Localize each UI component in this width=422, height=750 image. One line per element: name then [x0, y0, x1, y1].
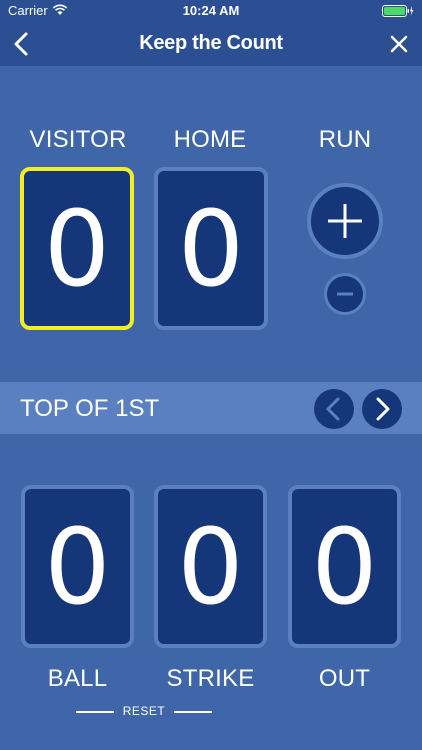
ball-count-card[interactable]: 0 — [21, 485, 134, 648]
strike-label: STRIKE — [166, 665, 255, 692]
home-label: HOME — [173, 126, 247, 153]
ball-count-value: 0 — [44, 505, 111, 628]
next-inning-button[interactable] — [362, 389, 402, 429]
strike-count-card[interactable]: 0 — [154, 485, 267, 648]
ball-label: BALL — [47, 665, 108, 692]
out-count-value: 0 — [311, 505, 378, 628]
strike-count-value: 0 — [177, 505, 244, 628]
reset-button[interactable]: RESET — [76, 702, 212, 722]
out-count-card[interactable]: 0 — [288, 485, 401, 648]
run-label: RUN — [318, 126, 372, 153]
inning-bar: TOP OF 1ST — [0, 382, 422, 434]
previous-inning-button[interactable] — [314, 389, 354, 429]
visitor-score-card[interactable]: 0 — [20, 167, 134, 330]
navigation-bar: Keep the Count — [0, 22, 422, 66]
out-label: OUT — [318, 665, 371, 692]
plus-icon — [328, 204, 362, 238]
inning-label: TOP OF 1ST — [20, 395, 160, 422]
chevron-right-icon — [376, 397, 390, 421]
visitor-label: VISITOR — [29, 126, 127, 153]
reset-right-line — [174, 711, 212, 713]
minus-icon — [337, 292, 353, 296]
visitor-score-value: 0 — [43, 187, 111, 310]
battery-icon — [382, 5, 414, 17]
run-add-button[interactable] — [307, 183, 383, 259]
run-subtract-button[interactable] — [324, 273, 366, 315]
close-icon[interactable] — [390, 35, 408, 53]
home-score-card[interactable]: 0 — [154, 167, 268, 330]
status-time: 10:24 AM — [182, 3, 240, 18]
status-bar: Carrier 10:24 AM — [0, 0, 422, 22]
home-score-value: 0 — [177, 187, 245, 310]
chevron-left-icon — [326, 397, 340, 421]
page-title: Keep the Count — [139, 32, 283, 54]
